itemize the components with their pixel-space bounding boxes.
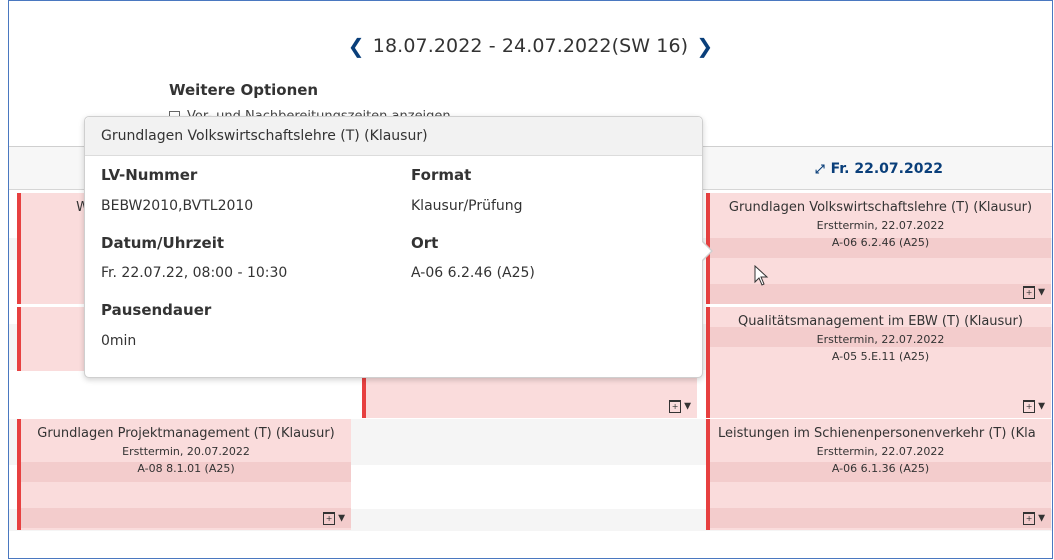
next-week-icon[interactable]: ❯ [694,34,715,58]
event-title: W [76,200,89,215]
event-stripe [710,284,1051,304]
event-card[interactable]: Qualitätsmanagement im EBW (T) (Klausur)… [706,307,1051,418]
calendar-menu-button[interactable]: + ▼ [669,399,691,413]
day-header-friday[interactable]: ⤢ Fr. 22.07.2022 [815,161,943,177]
event-date: Ersttermin, 22.07.2022 [816,333,945,346]
format-label: Format [411,166,472,184]
popover-arrow [701,240,713,262]
calendar-add-icon: + [669,400,682,413]
event-title: Leistungen im Schienenpersonenverkehr (T… [718,426,1036,441]
event-location: A-08 8.1.01 (A25) [137,462,235,475]
calendar-menu-button[interactable]: + ▼ [1023,511,1045,525]
calendar-add-icon: + [323,512,336,525]
event-popover: Grundlagen Volkswirtschaftslehre (T) (Kl… [84,116,713,378]
pause-value: 0min [101,333,137,349]
event-card[interactable]: Grundlagen Volkswirtschaftslehre (T) (Kl… [706,193,1051,304]
event-stripe [21,508,351,528]
caret-down-icon: ▼ [1038,513,1045,524]
prev-week-icon[interactable]: ❮ [346,34,367,58]
calendar-menu-button[interactable]: + ▼ [1023,399,1045,413]
event-date: Ersttermin, 22.07.2022 [816,445,945,458]
mouse-cursor-icon [754,265,769,286]
options-title: Weitere Optionen [169,81,319,99]
location-label: Ort [411,234,439,252]
week-range: 18.07.2022 - 24.07.2022(SW 16) [372,35,689,57]
popover-title: Grundlagen Volkswirtschaftslehre (T) (Kl… [85,117,702,156]
event-card[interactable]: Grundlagen Projektmanagement (T) (Klausu… [17,419,351,530]
expand-icon[interactable]: ⤢ [815,162,825,176]
lv-number-label: LV-Nummer [101,166,198,184]
event-card[interactable] [17,307,93,371]
day-label-friday: Fr. 22.07.2022 [830,161,943,177]
calendar-add-icon: + [1023,512,1036,525]
caret-down-icon: ▼ [684,401,691,412]
calendar-menu-button[interactable]: + ▼ [323,511,345,525]
lv-number-value: BEBW2010,BVTL2010 [101,198,254,214]
event-stripe [710,508,1051,528]
caret-down-icon: ▼ [1038,287,1045,298]
event-card[interactable]: W [17,193,93,304]
calendar-add-icon: + [1023,400,1036,413]
event-location: A-05 5.E.11 (A25) [831,350,930,363]
event-card[interactable]: Leistungen im Schienenpersonenverkehr (T… [706,419,1051,530]
event-date: Ersttermin, 20.07.2022 [122,445,250,458]
location-value: A-06 6.2.46 (A25) [411,265,535,281]
week-navigation: ❮ 18.07.2022 - 24.07.2022(SW 16) ❯ [9,34,1052,58]
event-location: A-06 6.1.36 (A25) [831,462,930,475]
event-title: Qualitätsmanagement im EBW (T) (Klausur) [738,314,1023,329]
pause-label: Pausendauer [101,301,212,319]
event-date: Ersttermin, 22.07.2022 [816,219,945,232]
event-title: Grundlagen Volkswirtschaftslehre (T) (Kl… [728,200,1033,215]
caret-down-icon: ▼ [338,513,345,524]
calendar-add-icon: + [1023,286,1036,299]
datetime-label: Datum/Uhrzeit [101,234,225,252]
event-title: Grundlagen Projektmanagement (T) (Klausu… [37,426,335,441]
format-value: Klausur/Prüfung [411,198,523,214]
calendar-menu-button[interactable]: + ▼ [1023,285,1045,299]
datetime-value: Fr. 22.07.22, 08:00 - 10:30 [101,265,288,281]
event-location: A-06 6.2.46 (A25) [831,236,930,249]
caret-down-icon: ▼ [1038,401,1045,412]
